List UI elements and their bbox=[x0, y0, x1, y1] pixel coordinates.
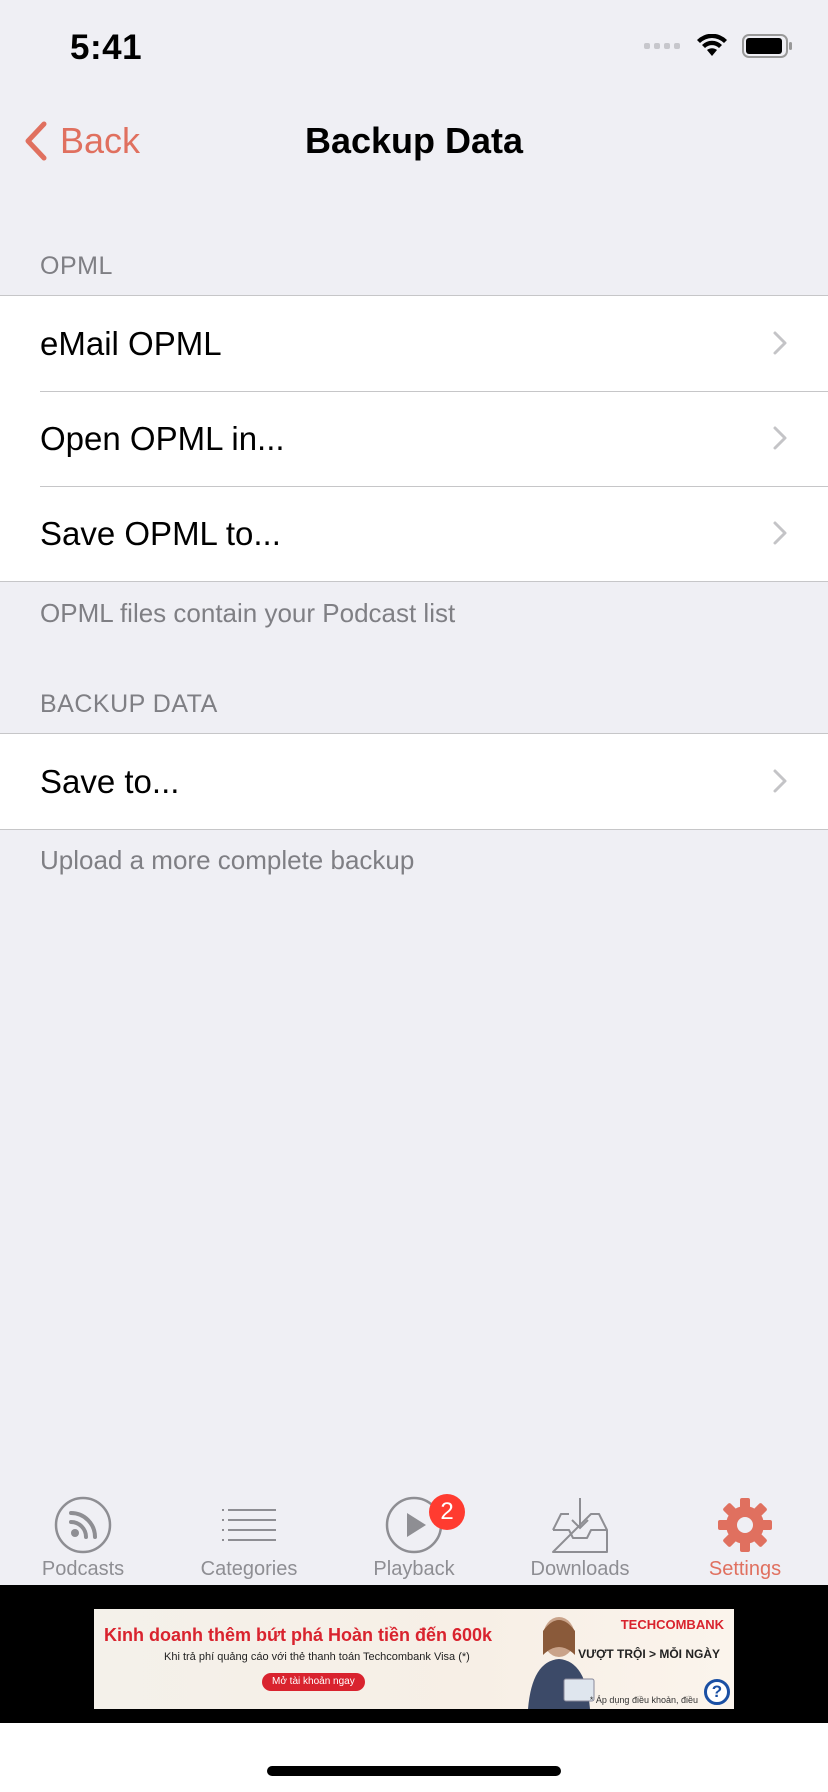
battery-icon bbox=[742, 34, 792, 58]
opml-group: eMail OPML Open OPML in... Save OPML to.… bbox=[0, 295, 828, 582]
tab-label: Downloads bbox=[530, 1558, 630, 1580]
gear-icon bbox=[718, 1498, 772, 1552]
status-time: 5:41 bbox=[70, 28, 143, 67]
row-label: Open OPML in... bbox=[40, 419, 285, 457]
ad-fine-print: * Áp dụng điều khoản, điều bbox=[589, 1695, 698, 1705]
section-header-backup: BACKUP DATA bbox=[40, 690, 218, 718]
home-area bbox=[0, 1723, 828, 1792]
ad-headline: Kinh doanh thêm bứt phá Hoàn tiền đến 60… bbox=[104, 1625, 493, 1645]
ad-banner[interactable]: Kinh doanh thêm bứt phá Hoàn tiền đến 60… bbox=[94, 1609, 734, 1709]
tab-label: Podcasts bbox=[41, 1558, 125, 1580]
status-icons bbox=[644, 34, 794, 58]
ad-brand: TECHCOMBANK bbox=[620, 1617, 724, 1632]
ad-subtext: Khi trả phí quảng cáo với thẻ thanh toán… bbox=[164, 1651, 470, 1663]
navigation-bar: Back Backup Data bbox=[0, 100, 828, 180]
tab-playback[interactable]: 2 Playback bbox=[331, 1480, 497, 1585]
wifi-icon bbox=[697, 34, 727, 56]
row-label: Save to... bbox=[40, 762, 180, 800]
inbox-download-icon bbox=[552, 1498, 608, 1553]
tab-downloads[interactable]: Downloads bbox=[497, 1480, 663, 1585]
ad-cta-button[interactable]: Mở tài khoản ngay bbox=[262, 1673, 365, 1691]
chevron-right-icon bbox=[773, 521, 787, 545]
podcast-icon bbox=[54, 1496, 112, 1554]
list-icon bbox=[222, 1509, 276, 1541]
tab-label: Categories bbox=[200, 1558, 298, 1580]
row-label: Save OPML to... bbox=[40, 514, 281, 552]
tab-bar: Podcasts Categories 2 Playback Downloads bbox=[0, 1480, 828, 1585]
chevron-right-icon bbox=[773, 769, 787, 793]
save-to-row[interactable]: Save to... bbox=[0, 734, 828, 829]
save-opml-to-row[interactable]: Save OPML to... bbox=[0, 486, 828, 581]
row-label: eMail OPML bbox=[40, 324, 222, 362]
backup-group: Save to... bbox=[0, 733, 828, 830]
email-opml-row[interactable]: eMail OPML bbox=[0, 296, 828, 391]
open-opml-in-row[interactable]: Open OPML in... bbox=[0, 391, 828, 486]
tab-settings[interactable]: Settings bbox=[662, 1480, 828, 1585]
home-indicator[interactable] bbox=[267, 1766, 561, 1776]
chevron-right-icon bbox=[773, 426, 787, 450]
chevron-right-icon bbox=[773, 331, 787, 355]
tab-categories[interactable]: Categories bbox=[166, 1480, 332, 1585]
cellular-signal-icon bbox=[644, 43, 680, 49]
section-footer-backup: Upload a more complete backup bbox=[40, 845, 415, 875]
ad-slogan: VƯỢT TRỘI > MỖI NGÀY bbox=[578, 1647, 720, 1661]
notification-badge: 2 bbox=[429, 1494, 465, 1530]
ad-help-icon[interactable]: ? bbox=[704, 1679, 730, 1705]
section-header-opml: OPML bbox=[40, 252, 113, 280]
tab-podcasts[interactable]: Podcasts bbox=[0, 1480, 166, 1585]
ad-area: Kinh doanh thêm bứt phá Hoàn tiền đến 60… bbox=[0, 1585, 828, 1723]
tab-label: Settings bbox=[708, 1558, 782, 1580]
tab-label: Playback bbox=[373, 1558, 455, 1580]
status-bar: 5:41 bbox=[0, 0, 828, 100]
section-footer-opml: OPML files contain your Podcast list bbox=[40, 598, 456, 628]
page-title: Backup Data bbox=[304, 120, 524, 161]
